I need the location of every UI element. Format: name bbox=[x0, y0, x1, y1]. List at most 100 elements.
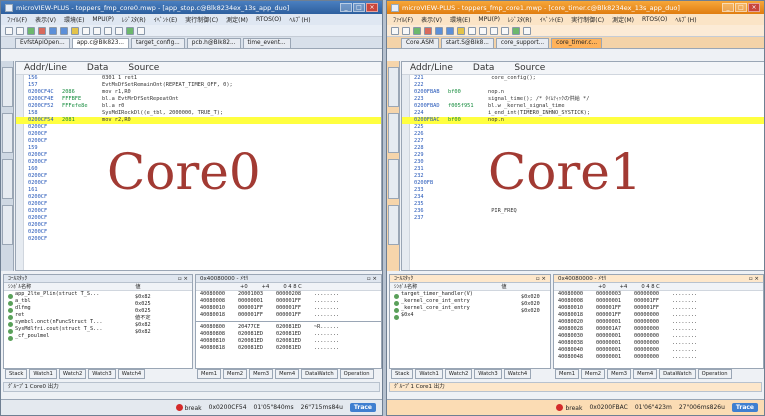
doc-tab-active[interactable]: app.c@Blk823... bbox=[71, 38, 129, 48]
close-button[interactable]: × bbox=[748, 3, 760, 12]
output-bar[interactable]: ｸﾞﾙｰﾌﾟ1 Core1 出力 bbox=[389, 382, 762, 392]
memory-row[interactable]: 40080048 00000001 00000000........ bbox=[554, 354, 763, 361]
tab-stack[interactable]: Stack bbox=[391, 369, 414, 379]
rtos-icon[interactable] bbox=[512, 26, 520, 35]
doc-tab[interactable]: target_config... bbox=[130, 38, 185, 48]
memory-row[interactable]: 40080018 000001FF 00000000........ bbox=[554, 312, 763, 319]
tab-mem4[interactable]: Mem4 bbox=[633, 369, 658, 379]
source-line[interactable]: 158 SysMdIRockDl((e_tbl, 2000000, TRUE_T)… bbox=[16, 110, 381, 117]
reset-icon[interactable] bbox=[468, 26, 476, 35]
source-line[interactable]: 226 bbox=[402, 131, 764, 138]
memory-row[interactable]: 40080008 00000001 000001FF........ bbox=[554, 298, 763, 305]
step-into-icon[interactable] bbox=[435, 26, 443, 35]
run-icon[interactable] bbox=[413, 26, 421, 35]
source-line[interactable]: 235 bbox=[402, 201, 764, 208]
callstack-row[interactable]: app_2lte_Plin(struct T_S... $0x82 bbox=[4, 291, 192, 300]
memory-row[interactable]: 40080018 000001FF 000001FF........ bbox=[196, 312, 381, 319]
current-pc-line[interactable]: 0200CF54 2081 mov r2,R0 bbox=[16, 117, 381, 124]
callstack-row[interactable]: ret 値不定 bbox=[4, 312, 192, 321]
trace-icon[interactable] bbox=[115, 26, 123, 35]
side-tab[interactable] bbox=[2, 205, 13, 245]
run-icon[interactable] bbox=[27, 26, 35, 35]
watch-icon[interactable] bbox=[104, 26, 112, 35]
memory-icon[interactable] bbox=[93, 26, 101, 35]
menu-item[interactable]: 表示(V) bbox=[421, 15, 442, 24]
reset-icon[interactable] bbox=[82, 26, 90, 35]
tab-watch3[interactable]: Watch3 bbox=[474, 369, 502, 379]
source-line[interactable]: 0200CF bbox=[16, 236, 381, 243]
source-line[interactable]: 221 core_config(); bbox=[402, 75, 764, 82]
source-line[interactable]: 0200CF4C 2086 mov r1,R0 bbox=[16, 89, 381, 96]
memory-row[interactable]: 40080010 000001FF 000001FF........ bbox=[554, 305, 763, 312]
open-icon[interactable] bbox=[5, 26, 13, 35]
breakpoint-icon[interactable] bbox=[71, 26, 79, 35]
side-tab[interactable] bbox=[2, 67, 13, 107]
doc-tab[interactable]: core_support... bbox=[495, 38, 550, 48]
menu-item[interactable]: 表示(V) bbox=[35, 15, 56, 24]
settings-icon[interactable] bbox=[523, 26, 531, 35]
menu-item[interactable]: ﾚｼﾞｽﾀ(R) bbox=[122, 15, 146, 24]
doc-tab[interactable]: start.S@Blk8... bbox=[440, 38, 494, 48]
source-line[interactable]: 223 signal_time(); /* ﾀｲﾑﾃｨｯｸの供給 */ bbox=[402, 96, 764, 103]
side-tab[interactable] bbox=[2, 113, 13, 153]
memory-row[interactable]: 40080040 00000001 00000000........ bbox=[554, 347, 763, 354]
doc-tab[interactable]: time_event... bbox=[242, 38, 291, 48]
tab-watch1[interactable]: Watch1 bbox=[415, 369, 443, 379]
step-over-icon[interactable] bbox=[446, 26, 454, 35]
menu-item[interactable]: 環境(E) bbox=[450, 15, 470, 24]
memory-splitter[interactable] bbox=[196, 321, 381, 322]
source-line[interactable]: 0200CF bbox=[16, 208, 381, 215]
callstack-row[interactable]: symbcl.onct(nFuncStruct T... $0x82 bbox=[4, 319, 192, 328]
open-icon[interactable] bbox=[391, 26, 399, 35]
menu-item[interactable]: 環境(E) bbox=[64, 15, 84, 24]
memory-row[interactable]: 40080038 00000001 00000000........ bbox=[554, 340, 763, 347]
tab-watch4[interactable]: Watch4 bbox=[503, 369, 532, 379]
side-tab[interactable] bbox=[388, 159, 399, 199]
menu-item[interactable]: ｲﾍﾞﾝﾄ(E) bbox=[540, 15, 563, 24]
menu-item[interactable]: ﾚｼﾞｽﾀ(R) bbox=[508, 15, 532, 24]
current-pc-line[interactable]: 0200FBAC bf00 nop.n bbox=[402, 117, 764, 124]
callstack-row[interactable]: target_timer_handler(V) $0x020 bbox=[390, 291, 550, 300]
tab-watch4[interactable]: Watch4 bbox=[117, 369, 146, 379]
tab-mem3[interactable]: Mem3 bbox=[249, 369, 274, 379]
trace-icon[interactable] bbox=[501, 26, 509, 35]
tab-watch2[interactable]: Watch2 bbox=[444, 369, 473, 379]
menu-item[interactable]: ﾍﾙﾌﾟ(H) bbox=[675, 15, 696, 24]
tab-mem2[interactable]: Mem2 bbox=[223, 369, 248, 379]
source-line[interactable]: 0200CF bbox=[16, 229, 381, 236]
memory-row[interactable]: 40080000 00000003 00000000........ bbox=[554, 291, 763, 298]
memory-row[interactable]: 40080030 00000001 00000000........ bbox=[554, 333, 763, 340]
menu-item[interactable]: RTOS(O) bbox=[642, 16, 667, 23]
memory-row[interactable]: 40080028 000001A7 00000000........ bbox=[554, 326, 763, 333]
source-line[interactable]: 0200FBAD f005f951 bl.w _kernel_signal_time bbox=[402, 103, 764, 110]
source-line[interactable]: 224 i_end_int(TIMER0_INHNO_SYSTICK); bbox=[402, 110, 764, 117]
tab-operation[interactable]: Operation bbox=[697, 369, 732, 379]
side-tab[interactable] bbox=[2, 159, 13, 199]
step-over-icon[interactable] bbox=[60, 26, 68, 35]
source-line[interactable]: 0200CF52 FFFefe8e bl.a r0 bbox=[16, 103, 381, 110]
source-line[interactable]: 157 EvtMsDfSetRemainOnt(REPEAT_TIMER_OFF,… bbox=[16, 82, 381, 89]
tab-watch2[interactable]: Watch2 bbox=[58, 369, 87, 379]
side-tab[interactable] bbox=[388, 67, 399, 107]
save-icon[interactable] bbox=[402, 26, 410, 35]
source-line[interactable]: 237 bbox=[402, 215, 764, 222]
source-line[interactable]: 0200FBAB bf00 nop.n bbox=[402, 89, 764, 96]
side-tab[interactable] bbox=[388, 113, 399, 153]
output-bar[interactable]: ｸﾞﾙｰﾌﾟ1 Core0 出力 bbox=[3, 382, 380, 392]
tab-watch1[interactable]: Watch1 bbox=[29, 369, 57, 379]
callstack-row[interactable]: _cf_poulmel bbox=[4, 333, 192, 341]
memory-row[interactable]: 40080808 020081ED 020081ED........ bbox=[196, 331, 381, 338]
doc-tab[interactable]: Core.ASM bbox=[401, 38, 439, 48]
step-into-icon[interactable] bbox=[49, 26, 57, 35]
source-line[interactable]: 0200CF bbox=[16, 124, 381, 131]
source-line[interactable]: 156 0301 1 ret1 bbox=[16, 75, 381, 82]
menu-item[interactable]: ﾌｧｲﾙ(F) bbox=[7, 15, 27, 24]
breakpoint-icon[interactable] bbox=[457, 26, 465, 35]
rtos-icon[interactable] bbox=[126, 26, 134, 35]
source-line[interactable]: 236 PIR_FREQ bbox=[402, 208, 764, 215]
source-line[interactable]: 0200CF bbox=[16, 215, 381, 222]
menu-item[interactable]: MPU(P) bbox=[478, 16, 500, 23]
stop-icon[interactable] bbox=[38, 26, 46, 35]
tab-watch3[interactable]: Watch3 bbox=[88, 369, 116, 379]
menu-item[interactable]: 測定(M) bbox=[226, 15, 248, 24]
